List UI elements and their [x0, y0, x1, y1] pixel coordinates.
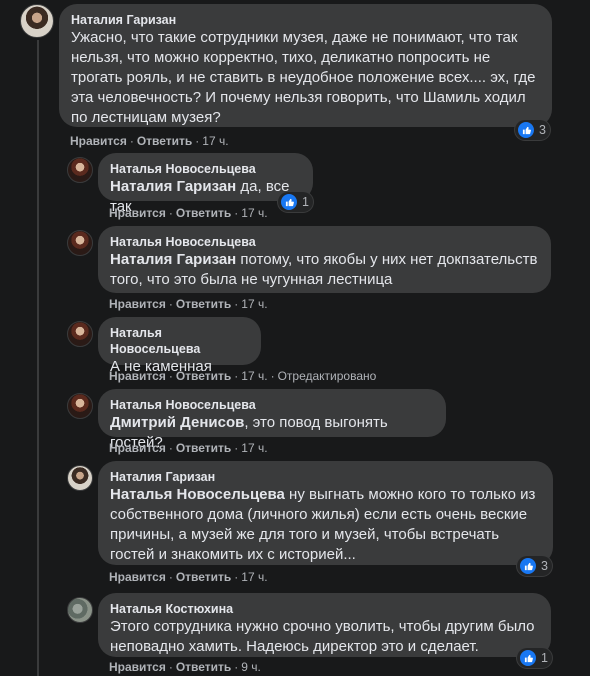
comment-bubble: Наталья Новосельцева Наталия Гаризан пот… — [98, 226, 551, 293]
comment-bubble: Наталья Новосельцева А не каменная — [98, 317, 261, 375]
timestamp[interactable]: 17 ч. — [241, 206, 267, 220]
avatar[interactable] — [67, 230, 93, 256]
comment-text: Наталия Гаризан потому, что якобы у них … — [110, 251, 538, 288]
reply-button[interactable]: Ответить — [137, 134, 192, 148]
like-icon — [517, 121, 535, 139]
comment-actions: Нравится · Ответить · 9 ч. — [109, 660, 261, 674]
reaction-counter[interactable]: 3 — [517, 556, 552, 576]
comment-actions: Нравится · Ответить · 17 ч. — [109, 297, 268, 311]
avatar[interactable] — [67, 157, 93, 183]
comment-actions: Нравится · Ответить · 17 ч. — [109, 570, 268, 584]
reaction-count: 1 — [541, 651, 548, 665]
reply-button[interactable]: Ответить — [176, 441, 231, 455]
comment-author[interactable]: Наталия Гаризан — [71, 12, 540, 28]
like-button[interactable]: Нравится — [109, 660, 166, 674]
comment-bubble: Наталья Новосельцева Дмитрий Денисов, эт… — [98, 389, 446, 451]
reaction-counter[interactable]: 1 — [278, 192, 313, 212]
like-button[interactable]: Нравится — [109, 297, 166, 311]
comment-author[interactable]: Наталья Новосельцева — [110, 234, 539, 250]
reaction-counter[interactable]: 1 — [517, 648, 552, 668]
reaction-count: 3 — [539, 123, 546, 137]
comment-author[interactable]: Наталия Гаризан — [110, 469, 541, 485]
like-button[interactable]: Нравится — [109, 206, 166, 220]
timestamp[interactable]: 17 ч. — [202, 134, 228, 148]
avatar[interactable] — [67, 597, 93, 623]
avatar[interactable] — [67, 393, 93, 419]
timestamp[interactable]: 17 ч. — [241, 297, 267, 311]
reaction-count: 1 — [302, 195, 309, 209]
comment-actions: Нравится · Ответить · 17 ч. · Отредактировано — [109, 369, 377, 383]
reply-button[interactable]: Ответить — [176, 297, 231, 311]
like-icon — [280, 193, 298, 211]
timestamp[interactable]: 17 ч. — [241, 570, 267, 584]
mention-link[interactable]: Наталия Гаризан — [110, 178, 236, 195]
reaction-counter[interactable]: 3 — [515, 120, 550, 140]
like-button[interactable]: Нравится — [109, 441, 166, 455]
reply-button[interactable]: Ответить — [176, 660, 231, 674]
like-button[interactable]: Нравится — [109, 369, 166, 383]
avatar[interactable] — [67, 321, 93, 347]
avatar[interactable] — [20, 4, 54, 38]
comment-author[interactable]: Наталья Новосельцева — [110, 161, 301, 177]
avatar[interactable] — [67, 465, 93, 491]
thread-line — [37, 40, 39, 676]
reply-button[interactable]: Ответить — [176, 570, 231, 584]
mention-link[interactable]: Наталия Гаризан — [110, 251, 236, 268]
mention-link[interactable]: Дмитрий Денисов — [110, 414, 244, 431]
like-button[interactable]: Нравится — [109, 570, 166, 584]
mention-link[interactable]: Наталья Новосельцева — [110, 486, 285, 503]
like-icon — [519, 649, 537, 667]
comment-author[interactable]: Наталья Новосельцева — [110, 325, 249, 357]
like-icon — [519, 557, 537, 575]
comment-actions: Нравится · Ответить · 17 ч. — [70, 134, 229, 148]
timestamp[interactable]: 17 ч. — [241, 369, 267, 383]
comment-bubble: Наталия Гаризан Ужасно, что такие сотруд… — [59, 4, 552, 127]
edited-label[interactable]: Отредактировано — [278, 369, 377, 383]
timestamp[interactable]: 17 ч. — [241, 441, 267, 455]
comment-bubble: Наталия Гаризан Наталья Новосельцева ну … — [98, 461, 553, 565]
comment-text: Наталья Новосельцева ну выгнать можно ко… — [110, 486, 536, 563]
comment-author[interactable]: Наталья Новосельцева — [110, 397, 434, 413]
comment-author[interactable]: Наталья Костюхина — [110, 601, 539, 617]
like-button[interactable]: Нравится — [70, 134, 127, 148]
comment-bubble: Наталья Костюхина Этого сотрудника нужно… — [98, 593, 551, 657]
timestamp[interactable]: 9 ч. — [241, 660, 261, 674]
comment-text: Ужасно, что такие сотрудники музея, даже… — [71, 29, 536, 126]
reply-button[interactable]: Ответить — [176, 206, 231, 220]
comment-text: Этого сотрудника нужно срочно уволить, ч… — [110, 618, 535, 655]
comment-actions: Нравится · Ответить · 17 ч. — [109, 206, 268, 220]
comment-actions: Нравится · Ответить · 17 ч. — [109, 441, 268, 455]
reply-button[interactable]: Ответить — [176, 369, 231, 383]
reaction-count: 3 — [541, 559, 548, 573]
